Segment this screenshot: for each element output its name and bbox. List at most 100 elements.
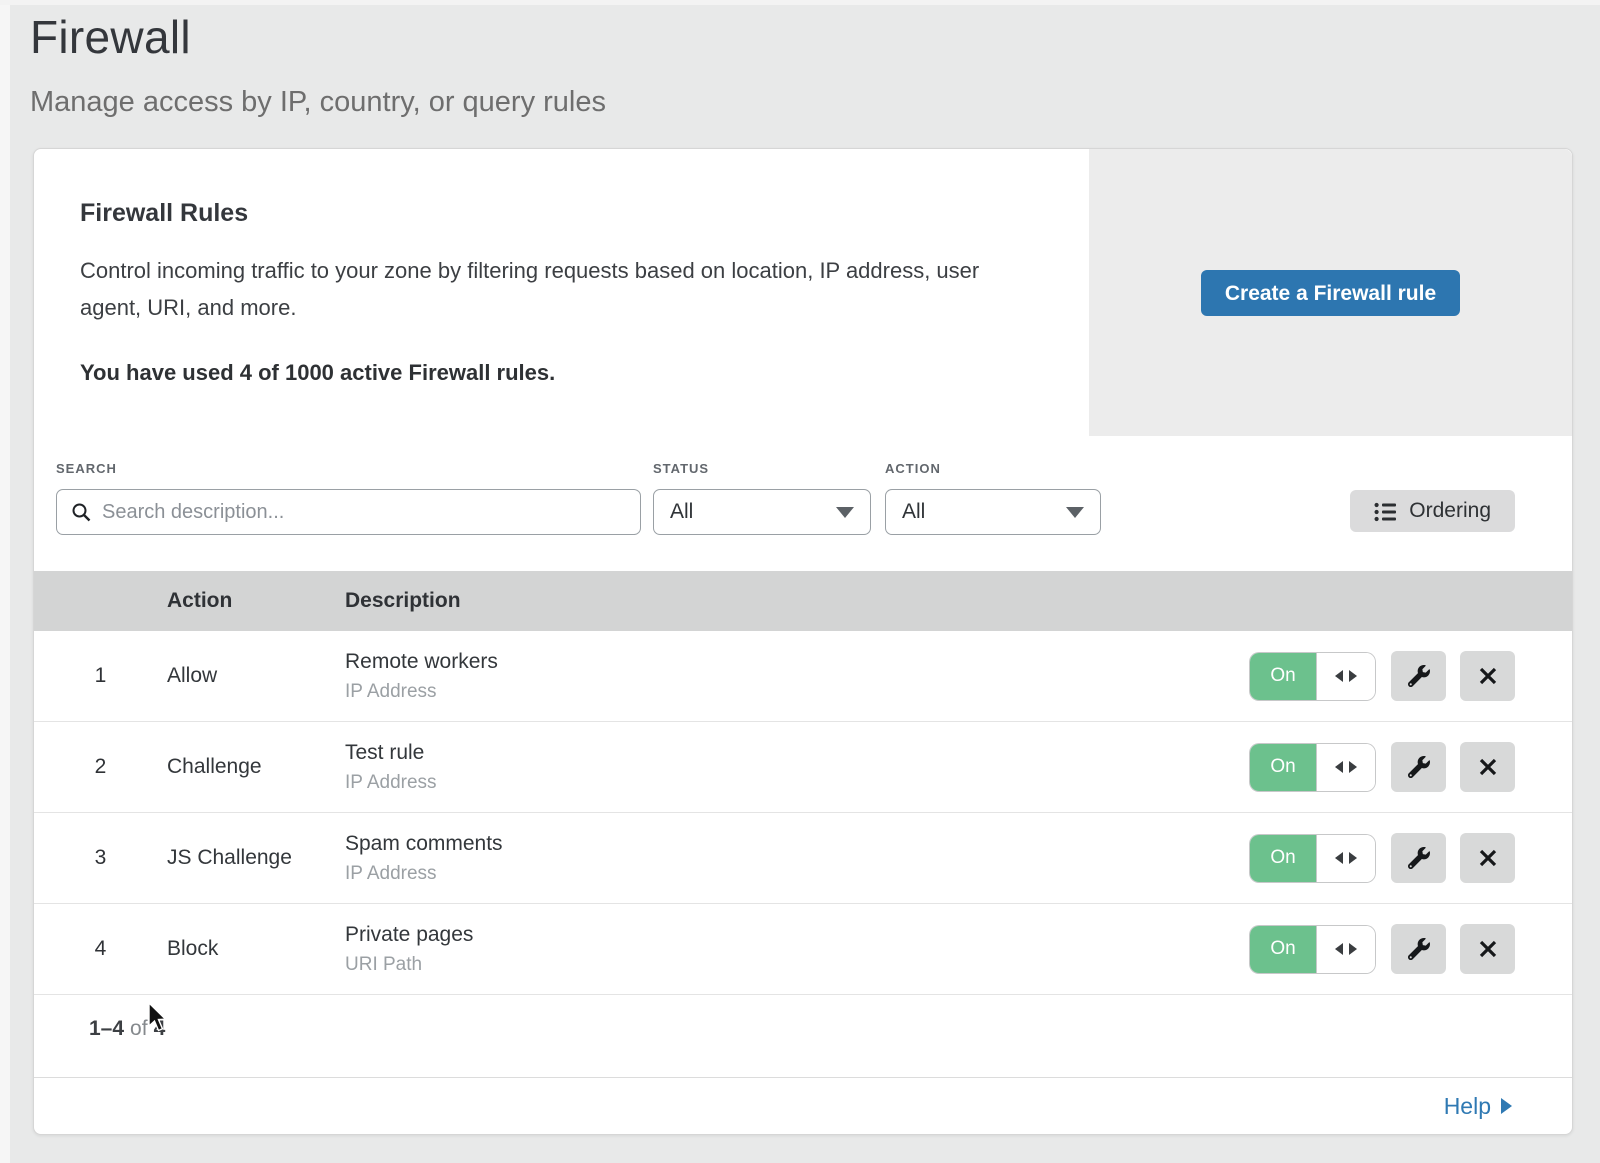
edit-rule-button[interactable] [1391, 651, 1446, 701]
rule-description-cell: Spam comments IP Address [345, 832, 1250, 885]
search-icon [71, 502, 92, 523]
table-row: 2 Challenge Test rule IP Address On [34, 722, 1572, 813]
table-row: 4 Block Private pages URI Path On [34, 904, 1572, 995]
rule-controls: On [1250, 924, 1515, 974]
window-edge-left [0, 0, 10, 1163]
rule-priority: 4 [34, 937, 167, 961]
toggle-knob[interactable] [1316, 926, 1375, 973]
ordered-list-icon [1374, 501, 1397, 522]
rule-action: Challenge [167, 755, 345, 779]
action-filter: ACTION All [885, 461, 1101, 535]
pagination-range: 1–4 [89, 1017, 124, 1040]
rule-controls: On [1250, 651, 1515, 701]
table-header: Action Description [34, 571, 1572, 631]
search-filter: SEARCH [56, 461, 641, 535]
x-icon [1479, 758, 1497, 776]
toggle-knob[interactable] [1316, 653, 1375, 700]
help-link-label: Help [1444, 1093, 1491, 1120]
chevron-down-icon [1066, 507, 1084, 518]
toggle-on-label: On [1250, 653, 1316, 700]
x-icon [1479, 667, 1497, 685]
ordering-button-label: Ordering [1409, 499, 1491, 523]
toggle-knob[interactable] [1316, 744, 1375, 791]
arrow-right-icon [1349, 943, 1357, 955]
rule-enabled-toggle[interactable]: On [1250, 744, 1375, 791]
rule-action: Allow [167, 664, 345, 688]
status-label: STATUS [653, 461, 871, 476]
rule-match-type: IP Address [345, 681, 1250, 703]
create-firewall-rule-button[interactable]: Create a Firewall rule [1201, 270, 1460, 316]
pagination-summary: 1–4of4 [34, 995, 1572, 1077]
rules-usage-note: You have used 4 of 1000 active Firewall … [80, 360, 1049, 386]
rule-action: JS Challenge [167, 846, 345, 870]
window-edge-top [0, 0, 1600, 5]
toggle-on-label: On [1250, 926, 1316, 973]
toggle-on-label: On [1250, 835, 1316, 882]
rule-controls: On [1250, 833, 1515, 883]
edit-rule-button[interactable] [1391, 924, 1446, 974]
delete-rule-button[interactable] [1460, 651, 1515, 701]
delete-rule-button[interactable] [1460, 833, 1515, 883]
delete-rule-button[interactable] [1460, 742, 1515, 792]
rules-heading: Firewall Rules [80, 199, 1049, 228]
action-label: ACTION [885, 461, 1101, 476]
rule-description: Test rule [345, 741, 1250, 765]
rule-enabled-toggle[interactable]: On [1250, 835, 1375, 882]
rules-summary: Firewall Rules Control incoming traffic … [34, 149, 1089, 436]
edit-rule-button[interactable] [1391, 742, 1446, 792]
card-footer: Help [34, 1077, 1572, 1134]
page-header: Firewall Manage access by IP, country, o… [0, 0, 1600, 119]
create-rule-panel: Create a Firewall rule [1089, 149, 1572, 436]
table-row: 1 Allow Remote workers IP Address On [34, 631, 1572, 722]
arrow-right-icon [1349, 761, 1357, 773]
chevron-down-icon [836, 507, 854, 518]
action-select-value: All [902, 500, 925, 524]
search-box [56, 489, 641, 535]
rule-match-type: URI Path [345, 954, 1250, 976]
page-title: Firewall [30, 10, 1600, 64]
arrow-left-icon [1335, 852, 1343, 864]
action-column-header: Action [167, 589, 345, 613]
rule-match-type: IP Address [345, 772, 1250, 794]
card-top-section: Firewall Rules Control incoming traffic … [34, 149, 1572, 436]
wrench-icon [1408, 665, 1430, 687]
rule-match-type: IP Address [345, 863, 1250, 885]
rule-priority: 3 [34, 846, 167, 870]
search-label: SEARCH [56, 461, 641, 476]
mouse-cursor [148, 1002, 170, 1037]
toggle-knob[interactable] [1316, 835, 1375, 882]
rule-priority: 2 [34, 755, 167, 779]
filters-bar: SEARCH STATUS All ACTION All [34, 436, 1572, 571]
firewall-rules-card: Firewall Rules Control incoming traffic … [33, 148, 1573, 1135]
rule-description: Remote workers [345, 650, 1250, 674]
search-input[interactable] [102, 501, 626, 524]
status-select[interactable]: All [653, 489, 871, 535]
page-subtitle: Manage access by IP, country, or query r… [30, 86, 1600, 119]
rules-description: Control incoming traffic to your zone by… [80, 252, 1040, 326]
status-filter: STATUS All [653, 461, 871, 535]
action-select[interactable]: All [885, 489, 1101, 535]
arrow-right-icon [1349, 670, 1357, 682]
ordering-button[interactable]: Ordering [1350, 490, 1515, 532]
x-icon [1479, 940, 1497, 958]
rule-enabled-toggle[interactable]: On [1250, 926, 1375, 973]
delete-rule-button[interactable] [1460, 924, 1515, 974]
rule-description: Private pages [345, 923, 1250, 947]
rule-description: Spam comments [345, 832, 1250, 856]
arrow-left-icon [1335, 761, 1343, 773]
rule-controls: On [1250, 742, 1515, 792]
rule-description-cell: Remote workers IP Address [345, 650, 1250, 703]
wrench-icon [1408, 756, 1430, 778]
arrow-left-icon [1335, 943, 1343, 955]
table-row: 3 JS Challenge Spam comments IP Address … [34, 813, 1572, 904]
help-link[interactable]: Help [1444, 1093, 1512, 1120]
rule-action: Block [167, 937, 345, 961]
help-arrow-icon [1501, 1098, 1512, 1114]
toggle-on-label: On [1250, 744, 1316, 791]
rule-enabled-toggle[interactable]: On [1250, 653, 1375, 700]
edit-rule-button[interactable] [1391, 833, 1446, 883]
rule-priority: 1 [34, 664, 167, 688]
x-icon [1479, 849, 1497, 867]
wrench-icon [1408, 847, 1430, 869]
status-select-value: All [670, 500, 693, 524]
